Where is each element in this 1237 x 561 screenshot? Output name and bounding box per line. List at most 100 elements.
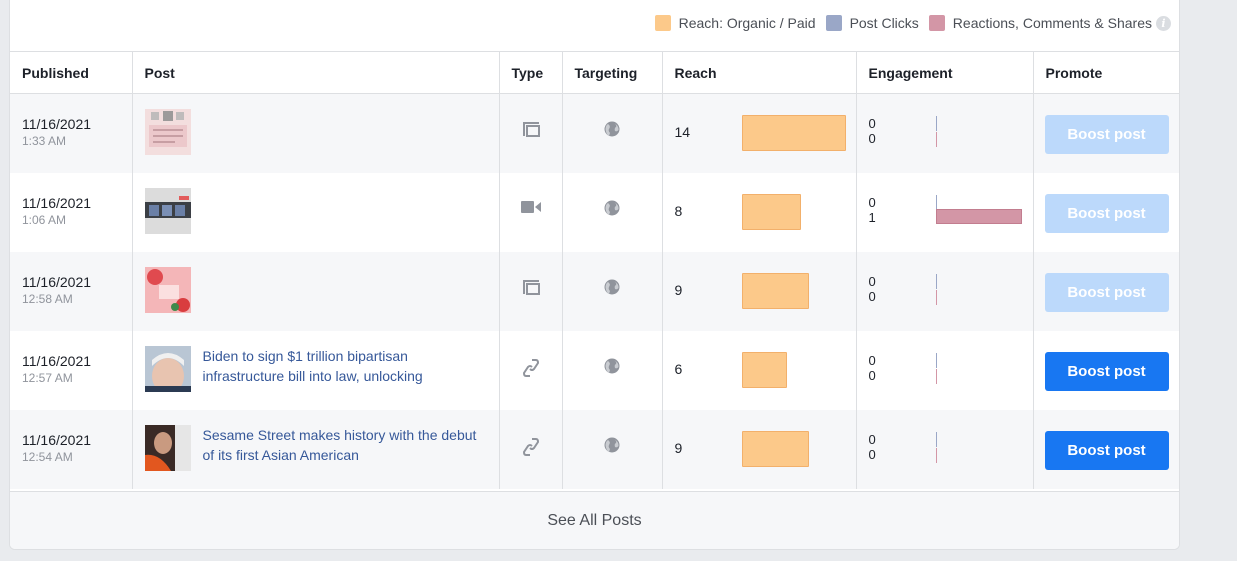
engagement-cell: 00 (855, 410, 1033, 489)
globe-icon (604, 200, 620, 219)
targeting-cell (561, 410, 662, 489)
post-date: 11/16/2021 (22, 274, 92, 290)
reach-bar (741, 273, 809, 309)
post-date: 11/16/2021 (22, 116, 92, 132)
engagement-cell: 00 (855, 252, 1033, 331)
post-cell[interactable] (131, 93, 499, 173)
legend-label-reactions: Reactions, Comments & Shares (952, 15, 1152, 31)
reactions-bar (935, 132, 937, 147)
album-icon (522, 121, 540, 140)
link-icon (522, 437, 539, 460)
type-cell (498, 410, 562, 489)
reactions-value: 0 (868, 289, 876, 304)
table-row[interactable]: 11/16/2021 1:06 AM 8 01 Boost post (10, 173, 1179, 252)
album-icon (522, 279, 540, 298)
post-clicks-bar (935, 353, 937, 368)
column-header-published[interactable]: Published (10, 51, 132, 94)
post-thumbnail[interactable] (144, 267, 191, 313)
post-time: 12:58 AM (22, 292, 73, 306)
column-header-type[interactable]: Type (498, 51, 562, 94)
boost-post-button[interactable]: Boost post (1044, 352, 1169, 391)
reach-cell: 14 (661, 93, 856, 173)
post-clicks-value: 0 (868, 116, 876, 131)
reactions-value: 0 (868, 368, 876, 383)
table-header-row: Published Post Type Targeting Reach Enga… (10, 51, 1179, 94)
boost-post-button[interactable]: Boost post (1044, 273, 1169, 312)
recent-posts-card: Reach: Organic / Paid Post Clicks Reacti… (9, 0, 1180, 550)
boost-post-button[interactable]: Boost post (1044, 431, 1169, 470)
column-header-reach[interactable]: Reach (661, 51, 856, 94)
targeting-cell (561, 93, 662, 173)
post-title-link[interactable]: Sesame Street makes history with the deb… (203, 425, 487, 465)
post-clicks-bar (935, 116, 937, 131)
reach-value: 8 (674, 203, 683, 219)
published-cell: 11/16/2021 1:33 AM (10, 93, 132, 173)
legend-swatch-reach (654, 15, 671, 31)
column-header-promote[interactable]: Promote (1032, 51, 1179, 94)
reactions-value: 1 (868, 210, 876, 225)
post-thumbnail[interactable] (144, 109, 191, 155)
reach-bar (741, 352, 787, 388)
post-cell[interactable] (131, 252, 499, 331)
legend-swatch-clicks (825, 15, 842, 31)
globe-icon (604, 121, 620, 140)
type-cell (498, 252, 562, 331)
post-cell[interactable] (131, 173, 499, 252)
legend-item-clicks: Post Clicks (825, 15, 919, 31)
post-thumbnail[interactable] (144, 346, 191, 392)
legend-item-reactions: Reactions, Comments & Shares i (928, 15, 1171, 31)
post-date: 11/16/2021 (22, 195, 92, 211)
type-cell (498, 93, 562, 173)
reach-bar (741, 194, 801, 230)
promote-cell: Boost post (1032, 331, 1179, 410)
legend: Reach: Organic / Paid Post Clicks Reacti… (645, 13, 1171, 33)
reach-bar (741, 431, 809, 467)
post-time: 12:57 AM (22, 371, 73, 385)
engagement-cell: 01 (855, 173, 1033, 252)
legend-item-reach: Reach: Organic / Paid (654, 15, 816, 31)
globe-icon (604, 437, 620, 456)
post-time: 12:54 AM (22, 450, 73, 464)
reach-value: 9 (674, 282, 683, 298)
published-cell: 11/16/2021 1:06 AM (10, 173, 132, 252)
column-header-targeting[interactable]: Targeting (561, 51, 662, 94)
reach-value: 14 (674, 124, 691, 140)
column-header-post[interactable]: Post (131, 51, 499, 94)
post-thumbnail[interactable] (144, 425, 191, 471)
promote-cell: Boost post (1032, 410, 1179, 489)
post-clicks-bar (935, 274, 937, 289)
info-icon[interactable]: i (1156, 15, 1171, 31)
reach-bar (741, 115, 846, 151)
link-icon (522, 358, 539, 381)
reach-cell: 6 (661, 331, 856, 410)
post-date: 11/16/2021 (22, 432, 92, 448)
boost-post-button[interactable]: Boost post (1044, 115, 1169, 154)
reactions-bar (935, 209, 1022, 224)
reach-value: 6 (674, 361, 683, 377)
boost-post-button[interactable]: Boost post (1044, 194, 1169, 233)
reactions-bar (935, 290, 937, 305)
table-row[interactable]: 11/16/2021 1:33 AM 14 00 Boost post (10, 93, 1179, 173)
see-all-posts-link[interactable]: See All Posts (10, 491, 1179, 549)
type-cell (498, 331, 562, 410)
post-title-link[interactable]: Biden to sign $1 trillion bipartisan inf… (203, 346, 487, 386)
published-cell: 11/16/2021 12:58 AM (10, 252, 132, 331)
reactions-value: 0 (868, 447, 876, 462)
promote-cell: Boost post (1032, 93, 1179, 173)
table-row[interactable]: 11/16/2021 12:54 AM Sesame Street makes h… (10, 410, 1179, 489)
post-clicks-value: 0 (868, 353, 876, 368)
published-cell: 11/16/2021 12:57 AM (10, 331, 132, 410)
post-date: 11/16/2021 (22, 353, 92, 369)
column-header-engagement[interactable]: Engagement (855, 51, 1033, 94)
post-time: 1:06 AM (22, 213, 67, 227)
legend-label-clicks: Post Clicks (849, 15, 919, 31)
post-cell[interactable]: Biden to sign $1 trillion bipartisan inf… (131, 331, 499, 410)
targeting-cell (561, 173, 662, 252)
table-row[interactable]: 11/16/2021 12:57 AM Biden to sign $1 tril… (10, 331, 1179, 410)
post-thumbnail[interactable] (144, 188, 191, 234)
legend-swatch-reactions (928, 15, 945, 31)
post-cell[interactable]: Sesame Street makes history with the deb… (131, 410, 499, 489)
reactions-value: 0 (868, 131, 876, 146)
table-row[interactable]: 11/16/2021 12:58 AM 9 00 Boost post (10, 252, 1179, 331)
globe-icon (604, 358, 620, 377)
